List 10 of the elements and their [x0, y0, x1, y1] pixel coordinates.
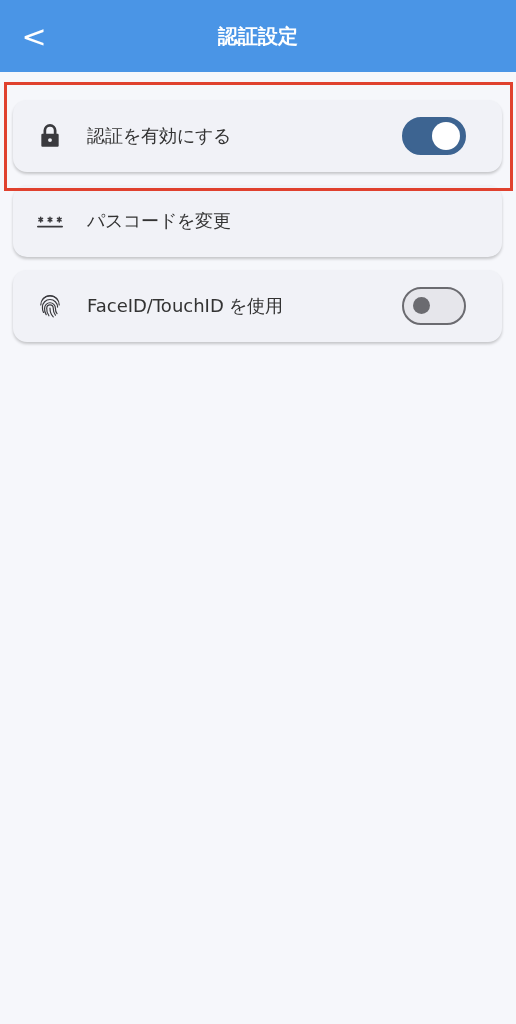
- setting-label: FaceID/TouchID を使用: [87, 294, 285, 318]
- settings-row[interactable]: FaceID/TouchID を使用: [13, 270, 502, 342]
- setting-label: 認証を有効にする: [87, 124, 232, 148]
- fingerprint-icon: [37, 293, 63, 319]
- settings-row[interactable]: 認証を有効にする: [13, 100, 502, 172]
- toggle-switch[interactable]: [402, 117, 466, 155]
- toggle-switch[interactable]: [402, 287, 466, 325]
- settings-row[interactable]: パスコードを変更: [13, 185, 502, 257]
- setting-label: パスコードを変更: [87, 209, 232, 233]
- screen-title: 認証設定: [218, 22, 298, 50]
